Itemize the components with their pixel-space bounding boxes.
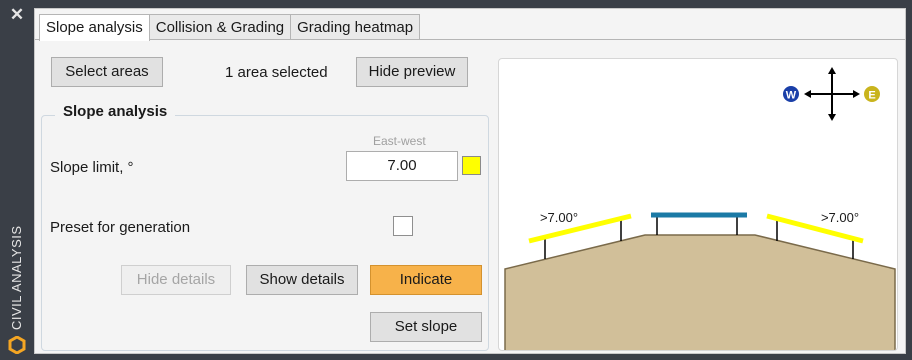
east-label: E [868,90,875,102]
window-frame: ✕ CIVIL ANALYSIS Slope analysis Collisio… [0,0,912,360]
terrain-profile [504,234,896,350]
column-header-east-west: East-west [373,134,426,148]
west-marker: W [783,86,799,102]
flat-top-indicator [651,212,747,235]
selection-status: 1 area selected [225,64,328,81]
app-logo-icon [8,336,26,354]
main-panel: Slope analysis Collision & Grading Gradi… [34,8,906,354]
preset-label: Preset for generation [50,219,191,236]
slope-preview: W E >7.00° >7.00° [498,58,898,351]
preset-checkbox[interactable] [393,216,413,236]
east-marker: E [864,86,880,102]
side-title-text: CIVIL ANALYSIS [9,225,24,330]
preview-drawing: W E >7.00° >7.00° [504,67,896,350]
side-title: CIVIL ANALYSIS [6,220,28,330]
tab-collision-grading[interactable]: Collision & Grading [148,14,292,40]
side-bar: ✕ CIVIL ANALYSIS [0,0,34,360]
tab-slope-analysis[interactable]: Slope analysis [39,14,150,41]
tab-grading-heatmap[interactable]: Grading heatmap [290,14,421,40]
west-label: W [786,90,797,102]
slope-color-swatch[interactable] [462,156,481,175]
hide-details-button[interactable]: Hide details [121,265,231,295]
left-slope-label: >7.00° [540,210,578,225]
slope-limit-input[interactable]: 7.00 [346,151,458,181]
tab-divider [35,39,905,40]
right-slope-label: >7.00° [821,210,859,225]
close-icon[interactable]: ✕ [8,6,26,24]
hide-preview-button[interactable]: Hide preview [356,57,468,87]
compass-icon [804,67,860,121]
slope-group-title: Slope analysis [55,103,176,120]
set-slope-button[interactable]: Set slope [370,312,482,342]
show-details-button[interactable]: Show details [246,265,358,295]
indicate-button[interactable]: Indicate [370,265,482,295]
tab-bar: Slope analysis Collision & Grading Gradi… [39,14,421,41]
slope-limit-label: Slope limit, ° [50,159,134,176]
select-areas-button[interactable]: Select areas [51,57,163,87]
